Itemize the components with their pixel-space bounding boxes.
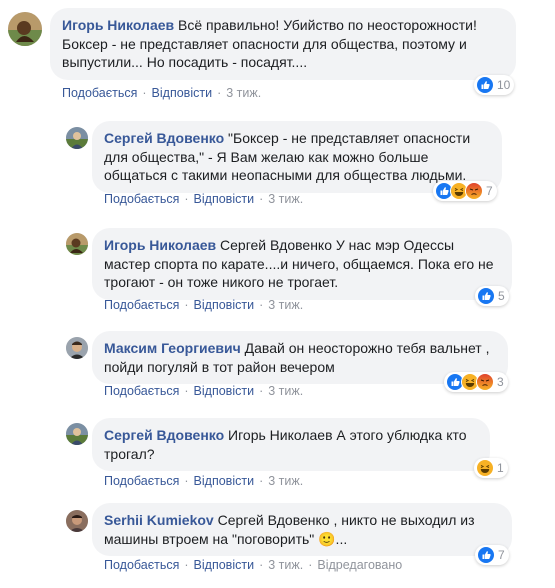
reaction-count: 10	[497, 78, 511, 92]
comment-author[interactable]: Serhii Kumiekov	[104, 512, 214, 528]
reply-link[interactable]: Відповісти	[152, 86, 213, 100]
comment-author[interactable]: Максим Георгиевич	[104, 340, 241, 356]
comment-author[interactable]: Сергей Вдовенко	[104, 130, 224, 146]
comment-bubble: Игорь Николаев Сергей Вдовенко У нас мэр…	[92, 228, 512, 300]
comment-actions: Подобається · Відповісти · 3 тиж. · Відредагов…	[104, 558, 403, 572]
angry-icon	[465, 182, 483, 200]
reaction-count: 5	[498, 289, 505, 303]
comment-actions: Подобається · Відповісти · 3 тиж.	[104, 384, 304, 398]
comment-actions: Подобається · Відповісти · 3 тиж.	[104, 474, 304, 488]
reaction-summary[interactable]: 1	[474, 458, 508, 478]
reply-link[interactable]: Відповісти	[194, 558, 255, 572]
avatar[interactable]	[66, 423, 88, 445]
comment-bubble: Serhii Kumiekov Сергей Вдовенко , никто …	[92, 503, 512, 556]
haha-icon	[476, 459, 494, 477]
comment-author[interactable]: Игорь Николаев	[62, 17, 174, 33]
reply-link[interactable]: Відповісти	[194, 474, 255, 488]
like-icon	[476, 76, 494, 94]
comment-time[interactable]: 3 тиж.	[268, 558, 303, 572]
reaction-summary[interactable]: 10	[474, 75, 515, 95]
avatar[interactable]	[66, 233, 88, 255]
comment-bubble: Сергей Вдовенко Игорь Николаев А этого у…	[92, 418, 490, 471]
comment-author[interactable]: Игорь Николаев	[104, 237, 216, 253]
avatar[interactable]	[66, 510, 88, 532]
like-link[interactable]: Подобається	[104, 474, 179, 488]
comment-actions: Подобається · Відповісти · 3 тиж.	[104, 298, 304, 312]
like-link[interactable]: Подобається	[104, 558, 179, 572]
avatar[interactable]	[66, 337, 88, 359]
reaction-summary[interactable]: 5	[475, 286, 509, 306]
reaction-summary[interactable]: 7	[475, 545, 509, 565]
reaction-summary[interactable]: 7	[433, 181, 497, 201]
like-icon	[477, 546, 495, 564]
reply-link[interactable]: Відповісти	[194, 298, 255, 312]
avatar[interactable]	[8, 12, 42, 46]
comment-author[interactable]: Сергей Вдовенко	[104, 427, 224, 443]
like-link[interactable]: Подобається	[104, 192, 179, 206]
reply-link[interactable]: Відповісти	[194, 192, 255, 206]
reaction-count: 7	[498, 548, 505, 562]
like-link[interactable]: Подобається	[104, 298, 179, 312]
comment-actions: Подобається · Відповісти · 3 тиж.	[104, 192, 304, 206]
comment-time[interactable]: 3 тиж.	[268, 384, 303, 398]
avatar[interactable]	[66, 127, 88, 149]
comment-time[interactable]: 3 тиж.	[268, 192, 303, 206]
like-icon	[477, 287, 495, 305]
like-link[interactable]: Подобається	[62, 86, 137, 100]
comment-time[interactable]: 3 тиж.	[268, 298, 303, 312]
reply-link[interactable]: Відповісти	[194, 384, 255, 398]
reaction-summary[interactable]: 3	[444, 372, 508, 392]
comment-time[interactable]: 3 тиж.	[268, 474, 303, 488]
reaction-count: 3	[497, 375, 504, 389]
like-link[interactable]: Подобається	[104, 384, 179, 398]
comment-bubble: Игорь Николаев Всё правильно! Убийство п…	[50, 8, 516, 80]
reaction-count: 1	[497, 461, 504, 475]
comment-actions: Подобається · Відповісти · 3 тиж.	[62, 86, 262, 100]
comment-time[interactable]: 3 тиж.	[226, 86, 261, 100]
reaction-count: 7	[486, 184, 493, 198]
angry-icon	[476, 373, 494, 391]
edited-label[interactable]: Відредаговано	[317, 558, 402, 572]
